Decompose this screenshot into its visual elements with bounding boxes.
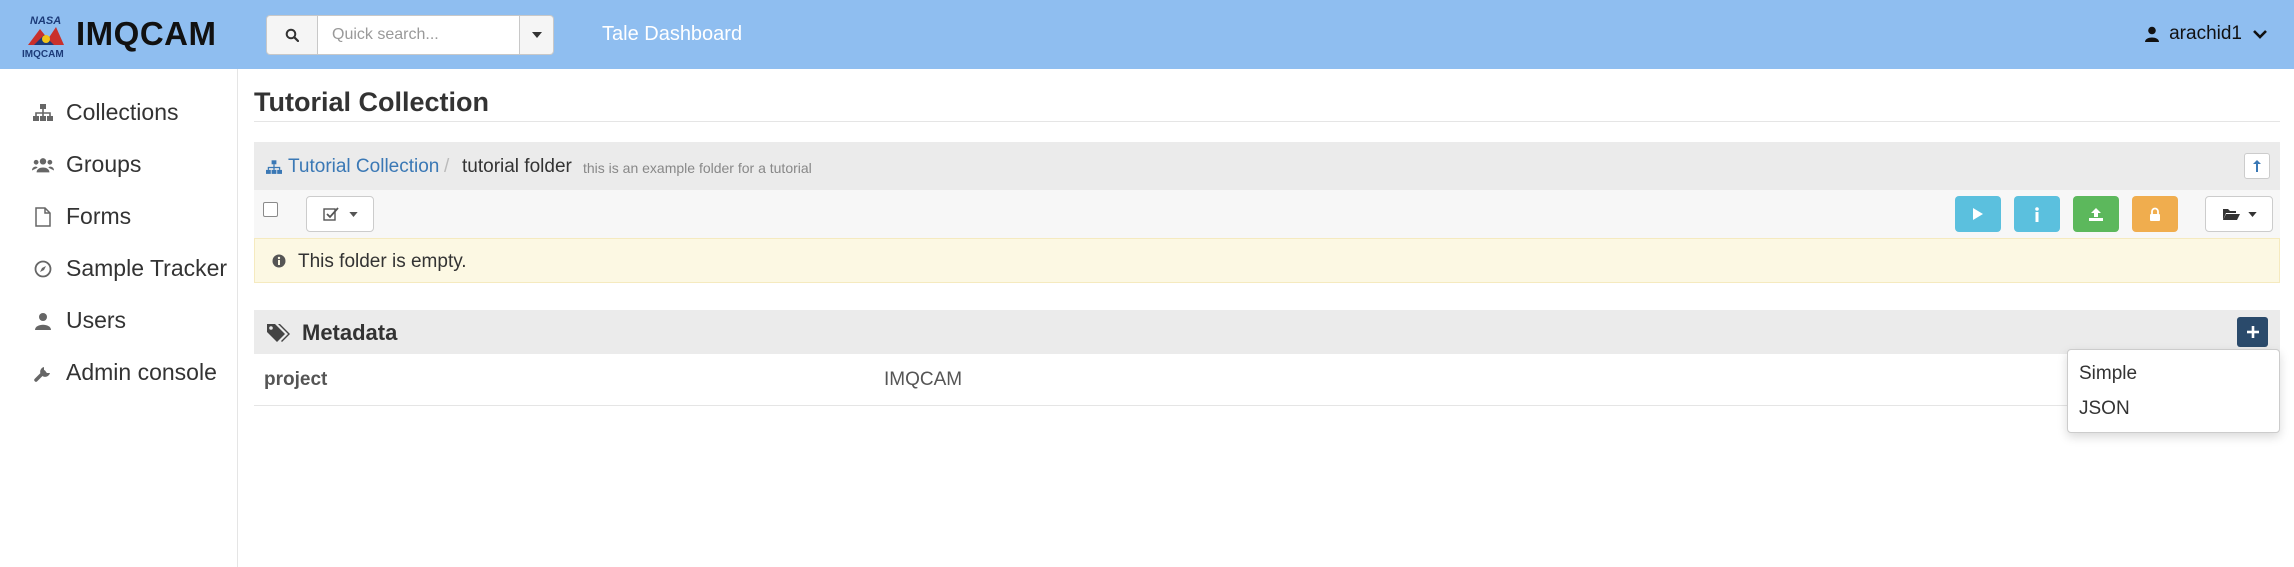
nasa-logo: NASA IMQCAM	[22, 13, 70, 63]
logo-small-bottom: IMQCAM	[22, 49, 64, 60]
sidebar-item-admin-console[interactable]: Admin console	[32, 359, 217, 386]
play-icon	[1973, 208, 1983, 220]
breadcrumb-root-label: Tutorial Collection	[288, 156, 440, 177]
search-input[interactable]	[318, 15, 520, 55]
metadata-header: Metadata	[254, 310, 2280, 354]
menu-item-json[interactable]: JSON	[2079, 398, 2130, 420]
sitemap-icon	[266, 159, 282, 174]
sidebar-item-forms[interactable]: Forms	[32, 203, 131, 230]
tags-icon	[267, 324, 290, 342]
search-icon	[285, 28, 299, 42]
page-title: Tutorial Collection	[254, 87, 489, 117]
empty-folder-alert: This folder is empty.	[254, 238, 2280, 283]
sidebar: Collections Groups Forms Sample Tracker …	[0, 69, 238, 567]
file-icon	[35, 206, 51, 227]
sidebar-item-groups[interactable]: Groups	[32, 151, 141, 178]
sidebar-item-sample-tracker[interactable]: Sample Tracker	[32, 255, 227, 282]
tale-dashboard-link[interactable]: Tale Dashboard	[602, 23, 742, 46]
top-navbar: NASA IMQCAM IMQCAM Tale Dashboard arachi…	[0, 0, 2294, 69]
caret-down-icon	[531, 32, 542, 38]
go-to-parent-button[interactable]	[2244, 153, 2270, 179]
quick-search	[266, 15, 554, 55]
breadcrumb: Tutorial Collection / tutorial folder th…	[254, 142, 2280, 190]
level-up-icon	[2253, 160, 2261, 172]
sitemap-icon	[33, 103, 53, 121]
caret-down-icon	[348, 211, 358, 217]
breadcrumb-current: tutorial folder	[462, 156, 572, 177]
breadcrumb-separator: /	[444, 156, 450, 177]
metadata-value[interactable]: IMQCAM	[884, 369, 962, 391]
checked-actions-dropdown[interactable]	[306, 196, 374, 232]
empty-folder-message: This folder is empty.	[298, 251, 467, 272]
breadcrumb-root-link[interactable]: Tutorial Collection	[266, 156, 439, 178]
sidebar-item-label: Users	[66, 307, 127, 333]
menu-item-simple[interactable]: Simple	[2079, 363, 2137, 385]
sidebar-item-label: Forms	[66, 203, 132, 229]
info-button[interactable]	[2014, 196, 2060, 232]
sidebar-item-label: Sample Tracker	[66, 255, 228, 281]
plus-icon	[2246, 326, 2259, 338]
sidebar-item-label: Groups	[66, 151, 142, 177]
search-button[interactable]	[266, 15, 318, 55]
folder-open-icon	[2222, 209, 2240, 220]
select-all-checkbox[interactable]	[263, 202, 278, 217]
title-divider	[254, 121, 2280, 122]
sidebar-item-users[interactable]: Users	[32, 307, 126, 334]
sidebar-item-label: Collections	[66, 99, 179, 125]
app-name[interactable]: IMQCAM	[76, 15, 216, 53]
wrench-icon	[34, 366, 50, 382]
folder-description: this is an example folder for a tutorial	[583, 160, 812, 176]
add-metadata-menu: Simple JSON	[2067, 349, 2280, 433]
add-metadata-button[interactable]	[2237, 317, 2268, 347]
lock-button[interactable]	[2132, 196, 2178, 232]
user-icon	[2145, 26, 2160, 42]
info-circle-icon	[272, 254, 286, 268]
folder-toolbar	[254, 190, 2280, 238]
chevron-down-icon	[2253, 30, 2267, 39]
info-icon	[2035, 206, 2039, 222]
user-icon	[35, 312, 51, 330]
run-button[interactable]	[1955, 196, 2001, 232]
user-name: arachid1	[2169, 23, 2242, 44]
caret-down-icon	[2247, 211, 2257, 217]
users-icon	[32, 157, 54, 172]
sidebar-item-collections[interactable]: Collections	[32, 99, 179, 126]
metadata-heading: Metadata	[302, 320, 398, 345]
upload-button[interactable]	[2073, 196, 2119, 232]
folder-actions-dropdown[interactable]	[2205, 196, 2273, 232]
search-mode-dropdown[interactable]	[520, 15, 554, 55]
metadata-key[interactable]: project	[264, 369, 327, 391]
logo-graphic-icon	[28, 27, 64, 45]
check-square-icon	[322, 207, 339, 221]
lock-icon	[2150, 207, 2160, 221]
compass-icon	[34, 260, 52, 277]
table-row: project IMQCAM	[254, 354, 2280, 406]
sidebar-item-label: Admin console	[66, 359, 217, 385]
upload-icon	[2089, 207, 2103, 221]
user-menu[interactable]: arachid1	[2145, 23, 2268, 45]
